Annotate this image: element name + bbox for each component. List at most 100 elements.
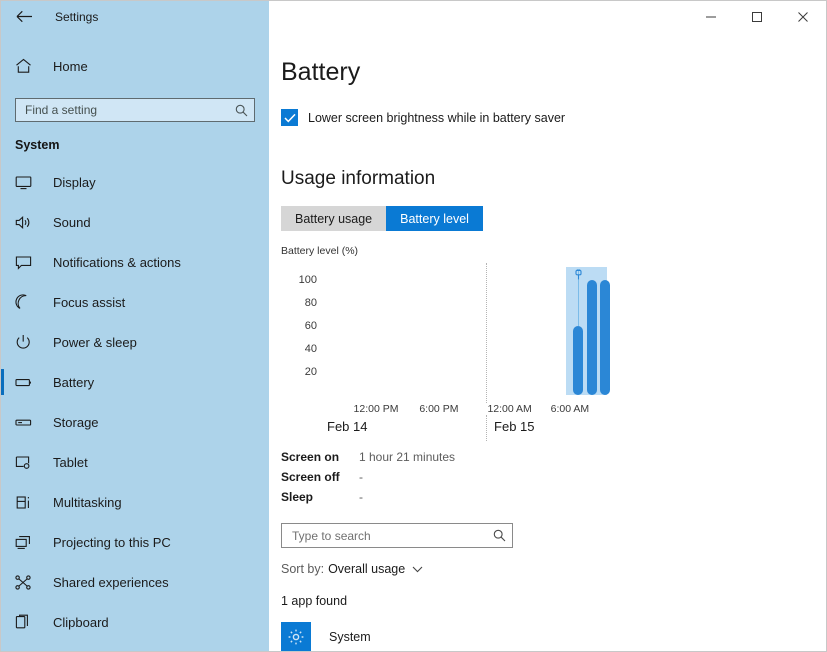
- settings-window: Settings Home Find a setting System Disp…: [0, 0, 827, 652]
- chart-day-label: Feb 15: [494, 419, 535, 434]
- stat-row: Screen on 1 hour 21 minutes: [281, 447, 826, 467]
- chart-y-tick: 60: [304, 320, 317, 333]
- sidebar-item-label: Storage: [53, 414, 99, 430]
- app-search-placeholder: Type to search: [292, 528, 371, 543]
- sidebar-item-storage[interactable]: Storage: [1, 402, 269, 442]
- sidebar-item-label: Projecting to this PC: [53, 534, 171, 550]
- battery-level-chart: 100 80 60 40 20: [283, 263, 611, 403]
- maximize-button[interactable]: [734, 1, 780, 32]
- sort-by-prefix: Sort by:: [281, 562, 325, 576]
- close-button[interactable]: [780, 1, 826, 32]
- sidebar-item-notifications[interactable]: Notifications & actions: [1, 242, 269, 282]
- chart-y-axis: 100 80 60 40 20: [283, 263, 317, 403]
- power-plug-icon: [574, 267, 583, 285]
- notification-icon: [15, 255, 41, 270]
- sidebar-item-label: Notifications & actions: [53, 254, 181, 270]
- sidebar-item-label: Battery: [53, 374, 95, 390]
- usage-stats: Screen on 1 hour 21 minutes Screen off -…: [281, 447, 826, 507]
- brightness-checkbox-label: Lower screen brightness while in battery…: [308, 110, 566, 125]
- sidebar-item-home[interactable]: Home: [1, 46, 269, 86]
- stat-value: -: [359, 490, 363, 504]
- sidebar-item-multitasking[interactable]: Multitasking: [1, 482, 269, 522]
- usage-tabs: Battery usage Battery level: [281, 206, 826, 231]
- tab-battery-usage[interactable]: Battery usage: [281, 206, 387, 231]
- chart-y-tick: 100: [298, 274, 317, 287]
- chart-day-separator: [486, 415, 488, 441]
- storage-icon: [15, 416, 41, 429]
- battery-icon: [15, 376, 41, 389]
- tab-battery-level[interactable]: Battery level: [386, 206, 483, 231]
- chart-day-labels: Feb 14 Feb 15: [283, 415, 583, 443]
- sidebar-item-sound[interactable]: Sound: [1, 202, 269, 242]
- stat-key: Screen off: [281, 470, 340, 484]
- sidebar-item-label: Power & sleep: [53, 334, 137, 350]
- sidebar-item-label: Clipboard: [53, 614, 109, 630]
- stat-key: Sleep: [281, 490, 314, 504]
- app-title: Settings: [55, 9, 99, 24]
- chart-y-tick: 80: [304, 297, 317, 310]
- chart-x-axis: 12:00 PM 6:00 PM 12:00 AM 6:00 AM: [283, 403, 590, 419]
- sidebar-item-label: Tablet: [53, 454, 88, 470]
- sidebar-item-shared-experiences[interactable]: Shared experiences: [1, 562, 269, 602]
- chart-bar: [586, 280, 597, 395]
- monitor-icon: [15, 175, 41, 190]
- sidebar-section-title: System: [15, 138, 60, 152]
- sidebar-item-power-sleep[interactable]: Power & sleep: [1, 322, 269, 362]
- tablet-icon: [15, 455, 41, 470]
- sidebar-item-battery[interactable]: Battery: [1, 362, 269, 402]
- stat-value: 1 hour 21 minutes: [359, 450, 456, 464]
- sidebar-item-focus-assist[interactable]: Focus assist: [1, 282, 269, 322]
- stat-value: -: [359, 470, 363, 484]
- chart-axis-title: Battery level (%): [281, 245, 359, 257]
- chart-day-label: Feb 14: [327, 419, 368, 434]
- speaker-icon: [15, 215, 41, 230]
- sidebar-item-label: Focus assist: [53, 294, 126, 310]
- chart-x-tick: 12:00 AM: [487, 403, 532, 415]
- moon-icon: [15, 294, 41, 310]
- stat-key: Screen on: [281, 450, 340, 464]
- search-icon[interactable]: [235, 104, 248, 117]
- search-placeholder: Find a setting: [25, 103, 98, 117]
- back-button[interactable]: [1, 1, 47, 32]
- multitasking-icon: [15, 495, 41, 510]
- brightness-checkbox-row[interactable]: Lower screen brightness while in battery…: [281, 109, 826, 126]
- search-input[interactable]: Find a setting: [15, 98, 255, 122]
- search-icon[interactable]: [493, 529, 506, 542]
- chart-day-separator: [486, 263, 488, 403]
- main-content: Battery Lower screen brightness while in…: [269, 32, 826, 651]
- stat-row: Screen off -: [281, 467, 826, 487]
- minimize-button[interactable]: [688, 1, 734, 32]
- sidebar-item-projecting[interactable]: Projecting to this PC: [1, 522, 269, 562]
- apps-found-count: 1 app found: [281, 594, 348, 608]
- sidebar-item-label: Home: [53, 58, 88, 74]
- sort-by-value: Overall usage: [328, 562, 406, 576]
- title-bar: Settings: [1, 1, 826, 32]
- chart-x-tick: 6:00 AM: [550, 403, 590, 415]
- sidebar-item-clipboard[interactable]: Clipboard: [1, 602, 269, 642]
- app-name: System: [329, 630, 371, 644]
- share-icon: [15, 574, 41, 590]
- sidebar-item-label: Display: [53, 174, 96, 190]
- sidebar-item-label: Sound: [53, 214, 91, 230]
- app-list: System 0%: [281, 622, 826, 651]
- brightness-checkbox[interactable]: [281, 109, 298, 126]
- sidebar: Home Find a setting System Display Sound…: [1, 32, 269, 651]
- chart-plot-area: [321, 263, 611, 403]
- chevron-down-icon[interactable]: [412, 566, 423, 573]
- list-item[interactable]: System 0%: [281, 622, 826, 651]
- chart-bar: [572, 326, 583, 395]
- projecting-icon: [15, 535, 41, 550]
- chart-y-tick: 20: [304, 366, 317, 379]
- sidebar-item-tablet[interactable]: Tablet: [1, 442, 269, 482]
- chart-x-tick: 12:00 PM: [353, 403, 399, 415]
- sidebar-item-display[interactable]: Display: [1, 162, 269, 202]
- stat-row: Sleep -: [281, 487, 826, 507]
- usage-information-title: Usage information: [281, 168, 436, 189]
- sort-by-dropdown[interactable]: Sort by: Overall usage: [281, 562, 826, 576]
- clipboard-icon: [15, 614, 41, 630]
- gear-icon: [281, 622, 311, 651]
- app-search-input[interactable]: Type to search: [281, 523, 513, 548]
- chart-bar: [600, 280, 611, 395]
- sidebar-item-label: Multitasking: [53, 494, 122, 510]
- chart-x-tick: 6:00 PM: [419, 403, 459, 415]
